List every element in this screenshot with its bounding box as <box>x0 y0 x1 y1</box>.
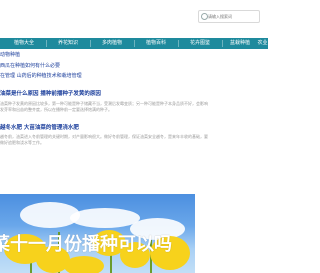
nav-item-6[interactable]: 盆栽种植 <box>224 38 256 49</box>
nav-divider <box>178 40 179 47</box>
cloud <box>70 208 140 228</box>
article-title[interactable]: 油菜是什么原因 播种前播种子发黄的原因 <box>0 89 101 97</box>
article-title[interactable]: 越冬水肥 大苗油菜的管理浇水肥 <box>0 123 79 131</box>
article-summary: 越冬前，油菜进入冬前管理的关键时期，对产量影响很大。做好冬前管理，保证油菜安全越… <box>0 134 208 145</box>
search-input[interactable] <box>208 11 258 22</box>
nav-item-2[interactable]: 养花知识 <box>48 38 88 49</box>
main-nav: 植物大全 养花知识 多肉植物 植物百科 花卉图鉴 盆栽种植 农业 <box>0 38 268 49</box>
search-icon[interactable] <box>201 13 208 20</box>
article-summary: 油菜种子发黄的原因比较多，第一种可能是种子储藏不当，受潮后发霉变质；另一种可能是… <box>0 101 208 112</box>
nav-item-4[interactable]: 植物百科 <box>136 38 176 49</box>
quick-link[interactable]: 西瓜在种植如何有什么必要 <box>0 62 60 69</box>
nav-divider <box>90 40 91 47</box>
rapeseed-flower <box>64 256 104 273</box>
nav-item-5[interactable]: 花卉图鉴 <box>180 38 220 49</box>
nav-item-1[interactable]: 植物大全 <box>4 38 44 49</box>
nav-item-7[interactable]: 农业 <box>257 38 268 49</box>
quick-link[interactable]: 动物种植 <box>0 51 20 58</box>
nav-divider <box>46 40 47 47</box>
header <box>0 0 268 38</box>
banner-image[interactable]: 菜十一月份播种可以吗 <box>0 194 195 273</box>
quick-link[interactable]: 在管理 山药后的种植技术和栽培管理 <box>0 72 82 79</box>
nav-divider <box>134 40 135 47</box>
nav-divider <box>222 40 223 47</box>
banner-caption: 菜十一月份播种可以吗 <box>0 234 172 255</box>
nav-item-3[interactable]: 多肉植物 <box>92 38 132 49</box>
search-box[interactable] <box>198 10 260 23</box>
